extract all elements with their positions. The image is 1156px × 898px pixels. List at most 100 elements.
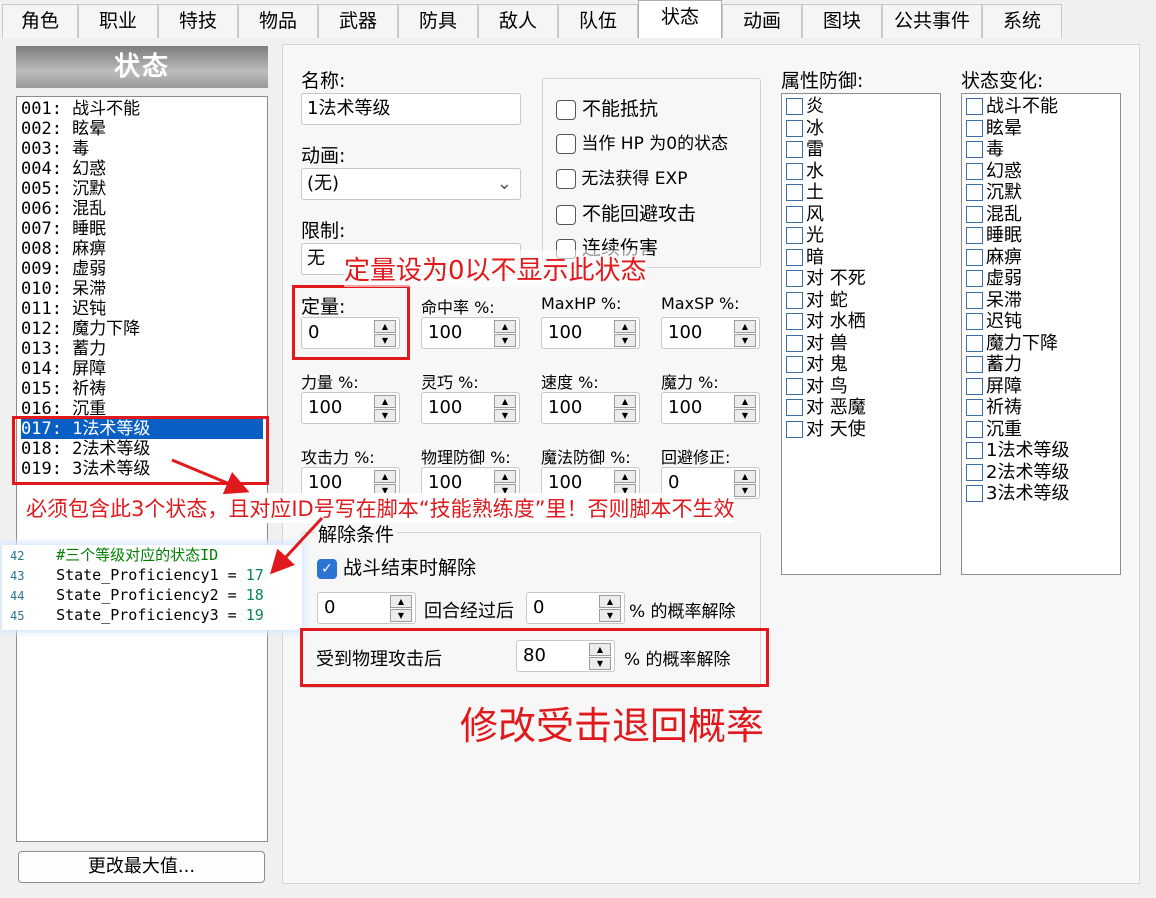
- spin-down-icon[interactable]: ▼: [614, 409, 636, 422]
- checkbox-icon[interactable]: [786, 291, 803, 309]
- agi-stepper[interactable]: 100 ▲ ▼: [541, 392, 640, 424]
- list-item[interactable]: 004: 幻惑: [21, 159, 263, 179]
- spin-up-icon[interactable]: ▲: [734, 320, 756, 333]
- tab-actors[interactable]: 角色: [2, 4, 78, 38]
- spin-up-icon[interactable]: ▲: [599, 595, 621, 608]
- spin-up-icon[interactable]: ▲: [614, 395, 636, 408]
- checkbox-icon[interactable]: [786, 205, 803, 223]
- list-item[interactable]: 013: 蓄力: [21, 339, 263, 359]
- list-item[interactable]: 002: 眩晕: [21, 119, 263, 139]
- tab-states[interactable]: 状态: [638, 0, 722, 38]
- list-item[interactable]: 沉重: [966, 419, 1116, 441]
- list-item[interactable]: 对 兽: [786, 333, 936, 355]
- list-item[interactable]: 眩晕: [966, 118, 1116, 140]
- tab-weapons[interactable]: 武器: [318, 4, 398, 38]
- checkbox-icon[interactable]: [786, 98, 803, 116]
- checkbox-icon[interactable]: [786, 141, 803, 159]
- list-item[interactable]: 对 恶魔: [786, 397, 936, 419]
- checkbox-icon[interactable]: [786, 399, 803, 417]
- checkbox-icon[interactable]: [556, 169, 576, 189]
- tab-system[interactable]: 系统: [982, 4, 1062, 38]
- tab-tilesets[interactable]: 图块: [802, 4, 882, 38]
- list-item[interactable]: 3法术等级: [966, 483, 1116, 505]
- checkbox-icon[interactable]: [966, 313, 983, 331]
- turns-stepper[interactable]: 0 ▲ ▼: [317, 592, 416, 624]
- checkbox-icon[interactable]: [966, 377, 983, 395]
- list-item[interactable]: 007: 睡眠: [21, 219, 263, 239]
- list-item[interactable]: 光: [786, 225, 936, 247]
- checkbox-icon[interactable]: [786, 420, 803, 438]
- checkbox-icon[interactable]: [786, 377, 803, 395]
- list-item[interactable]: 雷: [786, 139, 936, 161]
- int-stepper[interactable]: 100 ▲ ▼: [661, 392, 760, 424]
- list-item[interactable]: 虚弱: [966, 268, 1116, 290]
- str-stepper[interactable]: 100 ▲ ▼: [301, 392, 400, 424]
- spin-down-icon[interactable]: ▼: [734, 484, 756, 497]
- checkbox-icon[interactable]: [966, 270, 983, 288]
- spin-up-icon[interactable]: ▲: [494, 320, 516, 333]
- list-item[interactable]: 对 天使: [786, 419, 936, 441]
- spin-up-icon[interactable]: ▲: [734, 395, 756, 408]
- list-item[interactable]: 012: 魔力下降: [21, 319, 263, 339]
- checkbox-icon[interactable]: [966, 442, 983, 460]
- checkbox-icon[interactable]: [966, 356, 983, 374]
- checkbox-icon[interactable]: [966, 485, 983, 503]
- option-no-exp[interactable]: 无法获得 EXP: [556, 164, 687, 189]
- list-item[interactable]: 010: 呆滞: [21, 279, 263, 299]
- checkbox-icon[interactable]: [966, 227, 983, 245]
- checkbox-icon[interactable]: [966, 291, 983, 309]
- list-item[interactable]: 水: [786, 161, 936, 183]
- state-change-list[interactable]: 战斗不能 眩晕 毒 幻惑 沉默 混乱 睡眠 麻痹 虚弱 呆滞 迟钝 魔力下降 蓄…: [961, 93, 1121, 575]
- list-item[interactable]: 014: 屏障: [21, 359, 263, 379]
- list-item[interactable]: 005: 沉默: [21, 179, 263, 199]
- spin-down-icon[interactable]: ▼: [390, 609, 412, 622]
- maxhp-stepper[interactable]: 100 ▲ ▼: [541, 317, 640, 349]
- list-item[interactable]: 毒: [966, 139, 1116, 161]
- spin-up-icon[interactable]: ▲: [494, 395, 516, 408]
- spin-down-icon[interactable]: ▼: [494, 409, 516, 422]
- option-no-evade[interactable]: 不能回避攻击: [556, 199, 696, 226]
- checkbox-icon[interactable]: [786, 227, 803, 245]
- list-item[interactable]: 006: 混乱: [21, 199, 263, 219]
- list-item[interactable]: 003: 毒: [21, 139, 263, 159]
- tab-classes[interactable]: 职业: [78, 4, 158, 38]
- list-item[interactable]: 麻痹: [966, 247, 1116, 269]
- tab-common-events[interactable]: 公共事件: [882, 4, 982, 38]
- checkbox-icon[interactable]: [786, 248, 803, 266]
- list-item[interactable]: 015: 祈祷: [21, 379, 263, 399]
- checkbox-icon[interactable]: [966, 162, 983, 180]
- list-item[interactable]: 蓄力: [966, 354, 1116, 376]
- checkbox-icon[interactable]: [966, 463, 983, 481]
- checkbox-icon[interactable]: [966, 399, 983, 417]
- spin-down-icon[interactable]: ▼: [614, 334, 636, 347]
- checkbox-icon[interactable]: [786, 334, 803, 352]
- spin-up-icon[interactable]: ▲: [614, 320, 636, 333]
- spin-up-icon[interactable]: ▲: [390, 595, 412, 608]
- tab-items[interactable]: 物品: [238, 4, 318, 38]
- hit-stepper[interactable]: 100 ▲ ▼: [421, 317, 520, 349]
- checkbox-icon[interactable]: [966, 420, 983, 438]
- checkbox-icon[interactable]: [966, 184, 983, 202]
- list-item[interactable]: 风: [786, 204, 936, 226]
- list-item[interactable]: 呆滞: [966, 290, 1116, 312]
- checkbox-checked-icon[interactable]: ✓: [317, 558, 337, 579]
- checkbox-icon[interactable]: [966, 98, 983, 116]
- checkbox-icon[interactable]: [786, 356, 803, 374]
- checkbox-icon[interactable]: [786, 119, 803, 137]
- checkbox-icon[interactable]: [966, 119, 983, 137]
- battle-end-option[interactable]: ✓ 战斗结束时解除: [317, 553, 476, 580]
- list-item[interactable]: 对 不死: [786, 268, 936, 290]
- list-item[interactable]: 混乱: [966, 204, 1116, 226]
- list-item[interactable]: 008: 麻痹: [21, 239, 263, 259]
- spin-up-icon[interactable]: ▲: [494, 470, 516, 483]
- tab-troops[interactable]: 队伍: [558, 4, 638, 38]
- list-item[interactable]: 暗: [786, 247, 936, 269]
- list-item[interactable]: 对 鸟: [786, 376, 936, 398]
- spin-up-icon[interactable]: ▲: [734, 470, 756, 483]
- list-item[interactable]: 沉默: [966, 182, 1116, 204]
- list-item[interactable]: 魔力下降: [966, 333, 1116, 355]
- checkbox-icon[interactable]: [556, 99, 576, 120]
- list-item[interactable]: 对 鬼: [786, 354, 936, 376]
- spin-down-icon[interactable]: ▼: [599, 609, 621, 622]
- checkbox-icon[interactable]: [786, 184, 803, 202]
